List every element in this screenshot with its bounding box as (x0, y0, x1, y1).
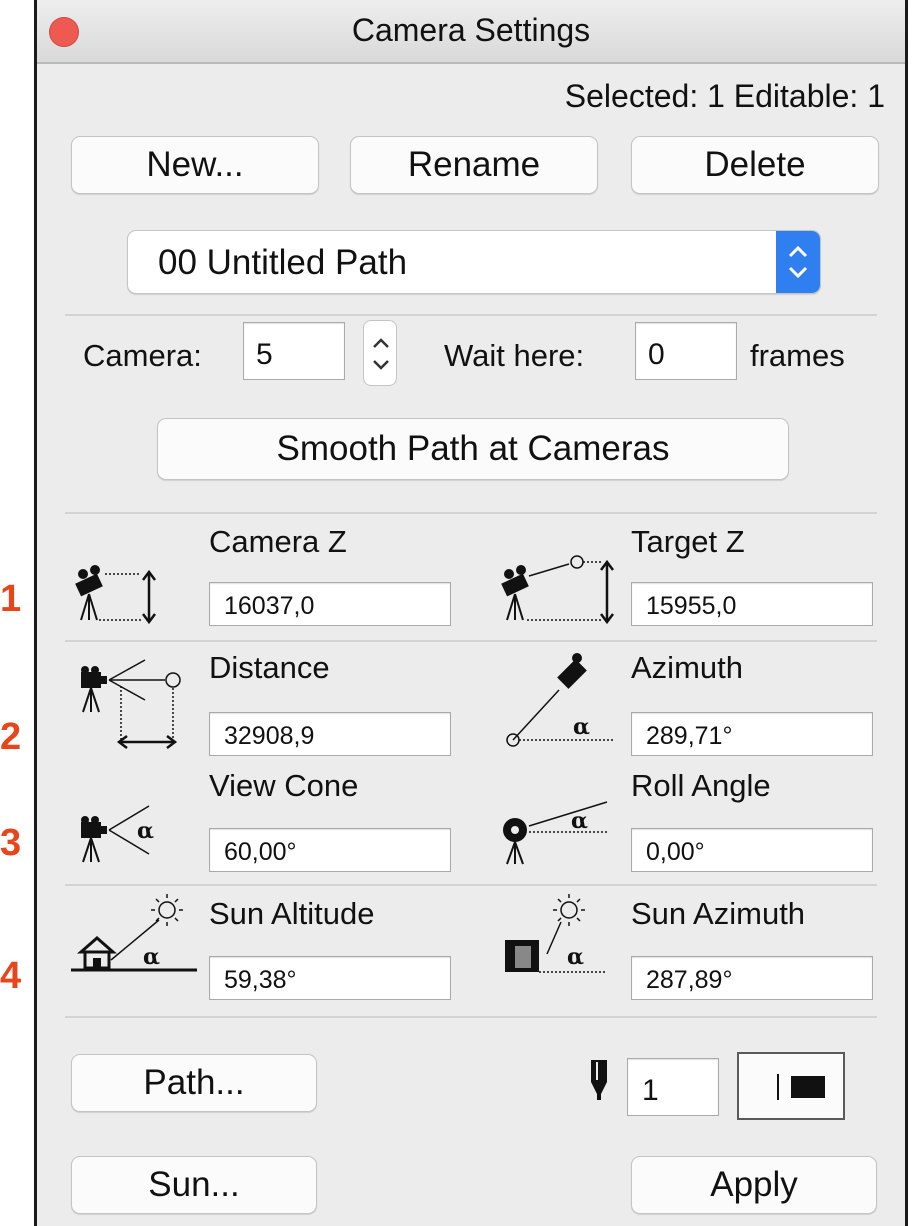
svg-text:α: α (567, 944, 584, 970)
window-title: Camera Settings (351, 12, 591, 48)
camera-z-label: Camera Z (209, 524, 347, 559)
distance-field[interactable]: 32908,9 (209, 712, 451, 756)
sun-azimuth-label: Sun Azimuth (631, 896, 806, 931)
separator (65, 1016, 877, 1018)
marker-4: 4 (0, 955, 22, 997)
sun-altitude-label: Sun Altitude (209, 896, 375, 931)
azimuth-icon: α (506, 653, 613, 747)
roll-angle-icon: α (503, 801, 608, 865)
smooth-path-button[interactable]: Smooth Path at Cameras (157, 418, 789, 480)
wait-frames-field[interactable]: 0 (635, 322, 737, 380)
view-cone-field[interactable]: 60,00° (209, 828, 451, 872)
azimuth-field[interactable]: 289,71° (631, 712, 873, 756)
fill-swatch-icon (791, 1076, 825, 1098)
pen-icon (591, 1060, 607, 1100)
svg-text:α: α (571, 808, 588, 834)
separator (65, 314, 877, 316)
marker-3: 3 (0, 822, 22, 864)
path-select-value: 00 Untitled Path (158, 243, 408, 282)
path-select[interactable]: 00 Untitled Path (127, 230, 821, 294)
separator (65, 512, 877, 514)
rename-button[interactable]: Rename (350, 136, 598, 194)
camera-number-field[interactable]: 5 (243, 322, 345, 380)
path-button[interactable]: Path... (71, 1054, 317, 1112)
roll-angle-label: Roll Angle (631, 768, 771, 803)
marker-1: 1 (0, 578, 22, 620)
new-button[interactable]: New... (71, 136, 319, 194)
camera-z-icon (75, 565, 156, 625)
selection-status: Selected: 1 Editable: 1 (564, 78, 885, 114)
marker-2: 2 (0, 716, 22, 758)
camera-z-field[interactable]: 16037,0 (209, 582, 451, 626)
azimuth-label: Azimuth (631, 650, 743, 685)
camera-stepper[interactable] (363, 320, 397, 386)
title-bar: Camera Settings (37, 0, 905, 64)
select-arrows-icon (776, 231, 820, 293)
line-style-selector[interactable] (737, 1052, 845, 1120)
svg-text:α: α (137, 818, 154, 844)
camera-label: Camera: (83, 338, 202, 373)
sun-altitude-icon: α (71, 894, 197, 972)
svg-text:α: α (143, 944, 160, 970)
svg-text:α: α (573, 714, 590, 740)
apply-button[interactable]: Apply (631, 1156, 877, 1214)
separator (65, 884, 877, 886)
distance-icon (81, 659, 181, 749)
frames-label: frames (750, 338, 845, 373)
view-cone-label: View Cone (209, 768, 359, 803)
target-z-label: Target Z (631, 524, 745, 559)
view-cone-icon: α (81, 805, 154, 863)
separator (65, 640, 877, 642)
distance-label: Distance (209, 650, 330, 685)
sun-button[interactable]: Sun... (71, 1156, 317, 1214)
target-z-field[interactable]: 15955,0 (631, 582, 873, 626)
pen-number-field[interactable]: 1 (627, 1058, 719, 1116)
sun-altitude-field[interactable]: 59,38° (209, 956, 451, 1000)
delete-button[interactable]: Delete (631, 136, 879, 194)
target-z-icon (501, 555, 614, 625)
sun-azimuth-field[interactable]: 287,89° (631, 956, 873, 1000)
roll-angle-field[interactable]: 0,00° (631, 828, 873, 872)
camera-settings-window: Camera Settings Selected: 1 Editable: 1 … (34, 0, 908, 1226)
wait-here-label: Wait here: (444, 338, 585, 373)
sun-azimuth-icon: α (505, 894, 607, 973)
line-style-marker-icon (777, 1074, 779, 1100)
